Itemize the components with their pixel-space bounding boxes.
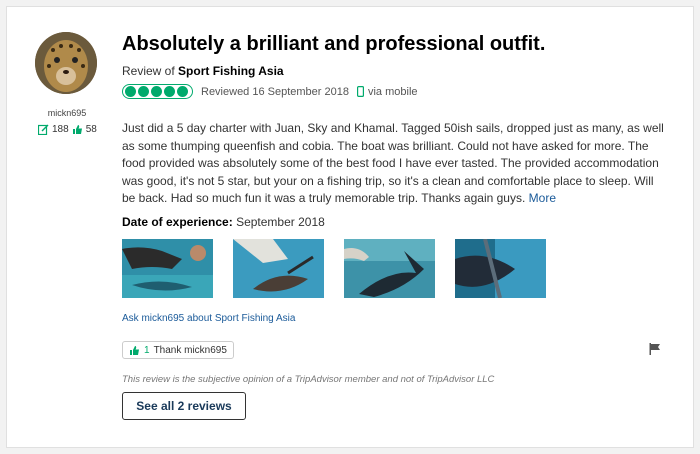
business-name-link[interactable]: Sport Fishing Asia xyxy=(178,64,284,78)
date-of-experience-value: September 2018 xyxy=(236,215,325,229)
review-photo[interactable] xyxy=(344,239,435,298)
rating-bubble-icon xyxy=(164,86,175,97)
review-photo[interactable] xyxy=(122,239,213,298)
more-link[interactable]: More xyxy=(529,191,556,205)
thumbs-up-icon xyxy=(130,345,139,355)
thank-button[interactable]: 1 Thank mickn695 xyxy=(122,341,234,359)
rating-bubble-icon xyxy=(125,86,136,97)
date-of-experience: Date of experience: September 2018 xyxy=(122,215,325,229)
review-title[interactable]: Absolutely a brilliant and professional … xyxy=(122,33,545,56)
photo-fish-closeup xyxy=(455,239,546,298)
via-mobile: via mobile xyxy=(356,85,418,98)
see-all-reviews-button[interactable]: See all 2 reviews xyxy=(122,392,246,420)
rating-bubble-icon xyxy=(151,86,162,97)
photo-man-fish-water xyxy=(122,239,213,298)
report-flag-icon[interactable] xyxy=(649,342,661,360)
review-photos xyxy=(122,239,546,298)
review-body: Just did a 5 day charter with Juan, Sky … xyxy=(122,120,670,208)
review-disclaimer: This review is the subjective opinion of… xyxy=(122,374,495,385)
review-of: Review of Sport Fishing Asia xyxy=(122,64,284,78)
rating-bubble-icon xyxy=(138,86,149,97)
review-of-prefix: Review of xyxy=(122,64,175,78)
reviewer-avatar[interactable] xyxy=(35,32,97,94)
thank-count: 1 xyxy=(144,344,150,356)
leopard-avatar-image xyxy=(35,32,97,94)
date-of-experience-label: Date of experience: xyxy=(122,215,233,229)
bubble-rating xyxy=(122,84,193,99)
photo-sailfish-boat xyxy=(233,239,324,298)
thank-label: Thank mickn695 xyxy=(153,344,227,356)
rating-bubble-icon xyxy=(177,86,188,97)
helpful-votes-icon xyxy=(72,125,82,134)
ask-reviewer-link[interactable]: Ask mickn695 about Sport Fishing Asia xyxy=(122,313,295,324)
reviewed-date: Reviewed 16 September 2018 xyxy=(201,85,349,98)
review-count-icon xyxy=(38,124,49,135)
reviewer-username[interactable]: mickn695 xyxy=(36,108,98,118)
review-photo[interactable] xyxy=(455,239,546,298)
mobile-phone-icon xyxy=(356,86,364,97)
review-body-text: Just did a 5 day charter with Juan, Sky … xyxy=(122,121,664,205)
review-count: 188 xyxy=(52,124,69,135)
photo-sailfish-side xyxy=(344,239,435,298)
rating-row: Reviewed 16 September 2018 via mobile xyxy=(122,84,418,99)
reviewer-stats: 188 58 xyxy=(38,124,97,135)
via-mobile-label: via mobile xyxy=(367,85,418,98)
review-photo[interactable] xyxy=(233,239,324,298)
helpful-votes-count: 58 xyxy=(85,124,97,135)
